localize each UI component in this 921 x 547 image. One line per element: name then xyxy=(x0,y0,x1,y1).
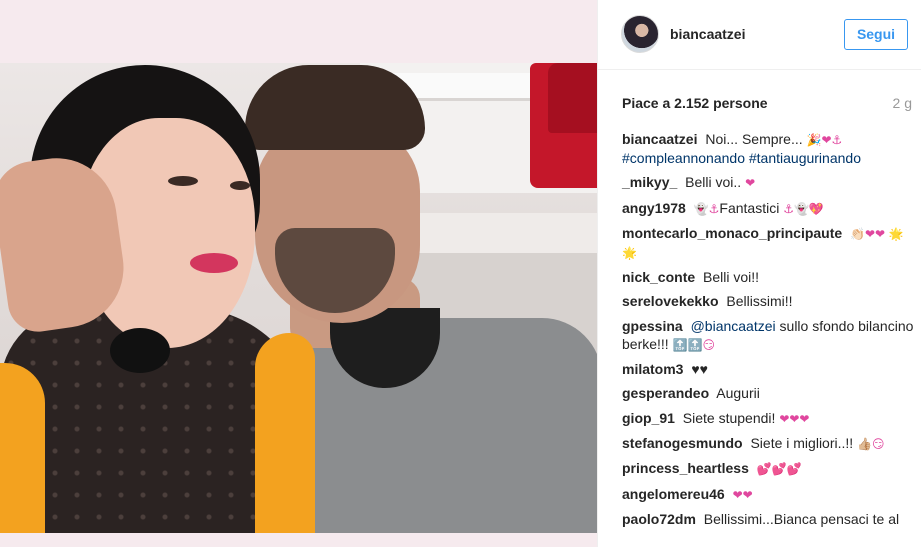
comment-text: Bellissimi...Bianca pensaci te al xyxy=(703,510,900,527)
comment-text: Bellissimi!! xyxy=(726,293,793,310)
comment-text: Siete i migliori..!! xyxy=(750,434,854,451)
comment-username[interactable]: biancaatzei xyxy=(622,131,697,147)
comment-emoji: ❤❤ xyxy=(732,487,753,502)
photo-woman-lips xyxy=(190,253,238,273)
comment-username[interactable]: princess_heartless xyxy=(622,460,749,476)
comment-text: Belli voi.. xyxy=(685,174,742,191)
photo-man-hair xyxy=(245,65,425,150)
comment-text: Fantastici xyxy=(719,199,780,216)
post-username[interactable]: biancaatzei xyxy=(670,26,745,42)
comment-emoji: ❤❤❤ xyxy=(779,411,810,426)
post-age[interactable]: 2 g xyxy=(893,95,912,111)
comment-item: gesperandeo Augurii xyxy=(622,384,918,402)
comment-emoji-pre: 👻⚓ xyxy=(693,201,720,216)
post-sidebar: biancaatzei Segui Piace a 2.152 persone … xyxy=(597,0,921,547)
comment-username[interactable]: montecarlo_monaco_principaute xyxy=(622,225,842,241)
comment-username[interactable]: giop_91 xyxy=(622,410,675,426)
comment-username[interactable]: _mikyy_ xyxy=(622,174,677,190)
comment-emoji: ❤ xyxy=(745,176,756,191)
photo-red-appliance-top xyxy=(548,63,597,133)
follow-button[interactable]: Segui xyxy=(844,19,908,50)
photo-ruffle-right xyxy=(255,333,315,533)
comment-text: Noi... Sempre... xyxy=(705,131,803,147)
comment-username[interactable]: gpessina xyxy=(622,318,683,334)
comment-username[interactable]: nick_conte xyxy=(622,269,695,285)
post-photo[interactable] xyxy=(0,63,597,533)
comment-username[interactable]: angy1978 xyxy=(622,200,686,216)
comment-item: giop_91 Siete stupendi! ❤❤❤ xyxy=(622,409,918,428)
photo-woman-eye-right xyxy=(230,181,250,190)
comment-emoji: 🎉❤⚓ xyxy=(806,133,843,147)
likes-row: Piace a 2.152 persone 2 g xyxy=(622,95,912,113)
photo-ruffle-left xyxy=(0,363,45,533)
comment-item: angelomereu46 ❤❤ xyxy=(622,485,918,504)
comment-username[interactable]: serelovekekko xyxy=(622,293,719,309)
avatar[interactable] xyxy=(621,15,659,53)
post-photo-pane xyxy=(0,0,597,547)
comment-item: paolo72dm Bellissimi...Bianca pensaci te… xyxy=(622,510,918,528)
comment-item: gpessina @biancaatzei sullo sfondo bilan… xyxy=(622,317,918,354)
comment-username[interactable]: gesperandeo xyxy=(622,385,709,401)
comment-emoji: 🔝🔝😏 xyxy=(672,337,715,352)
comment-text: Belli voi!! xyxy=(703,269,760,286)
comment-emoji: 💕💕💕 xyxy=(756,462,802,477)
comment-hashtags[interactable]: #compleannonando #tantiaugurinando xyxy=(622,150,861,166)
comment-emoji: ⚓👻💖 xyxy=(783,201,824,216)
comment-username[interactable]: angelomereu46 xyxy=(622,486,725,502)
photo-counter xyxy=(400,213,597,253)
comment-item: princess_heartless 💕💕💕 xyxy=(622,459,918,478)
photo-woman-eye-left xyxy=(168,176,198,186)
comment-item: biancaatzei Noi... Sempre... 🎉❤⚓ #comple… xyxy=(622,130,918,167)
comment-item: stefanogesmundo Siete i migliori..!! 👍🏼😏 xyxy=(622,434,918,453)
likes-count[interactable]: Piace a 2.152 persone xyxy=(622,95,768,111)
comment-mention[interactable]: @biancaatzei xyxy=(691,318,776,334)
comment-item: angy1978 👻⚓Fantastici ⚓👻💖 xyxy=(622,199,918,218)
comment-item: serelovekekko Bellissimi!! xyxy=(622,292,918,310)
post-header: biancaatzei Segui xyxy=(598,0,921,70)
comment-text: Augurii xyxy=(716,385,760,402)
comment-item: nick_conte Belli voi!! xyxy=(622,268,918,286)
comment-item: _mikyy_ Belli voi.. ❤ xyxy=(622,173,918,192)
comments-list: biancaatzei Noi... Sempre... 🎉❤⚓ #comple… xyxy=(622,130,918,534)
comment-username[interactable]: stefanogesmundo xyxy=(622,435,743,451)
comment-username[interactable]: milatom3 xyxy=(622,361,683,377)
comment-item: montecarlo_monaco_principaute 👏🏻❤❤ 🌟🌟 xyxy=(622,224,918,262)
comment-text: ♥♥ xyxy=(691,361,708,378)
photo-bow xyxy=(110,328,170,373)
comment-item: milatom3 ♥♥ xyxy=(622,360,918,378)
comment-emoji: 👍🏼😏 xyxy=(857,436,885,451)
comment-username[interactable]: paolo72dm xyxy=(622,511,696,527)
comment-text: Siete stupendi! xyxy=(682,409,776,426)
